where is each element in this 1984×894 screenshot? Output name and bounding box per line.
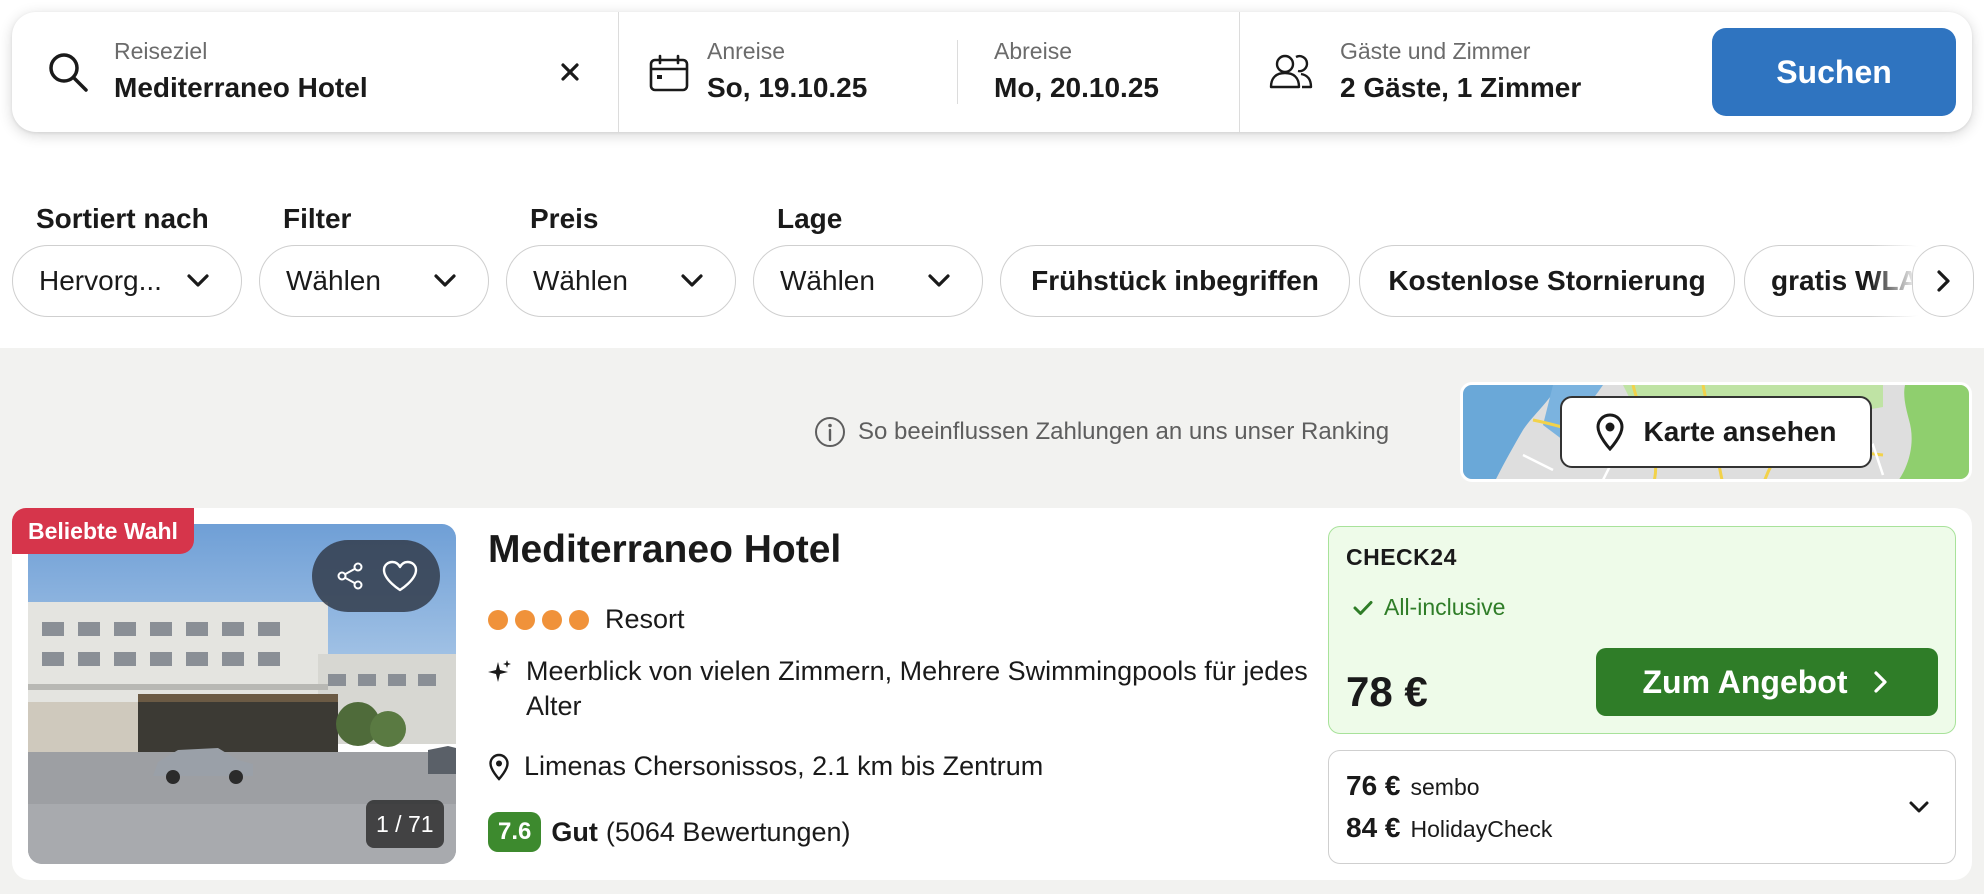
checkout-field[interactable]: Abreise Mo, 20.10.25	[958, 12, 1251, 132]
search-bar: Reiseziel Mediterraneo Hotel Anreise So,…	[12, 12, 1972, 132]
alt-offer-provider: sembo	[1410, 774, 1480, 800]
star-dot	[542, 609, 562, 630]
chevron-down-icon	[187, 274, 209, 287]
alt-offer-price: 84 €	[1346, 812, 1401, 843]
checkout-value[interactable]: Mo, 20.10.25	[994, 72, 1159, 104]
filter-label: Filter	[283, 203, 352, 234]
to-offer-label: Zum Angebot	[1642, 663, 1848, 700]
photo-actions	[312, 540, 440, 612]
review-rating[interactable]: 7.6 Gut (5064 Bewertungen)	[488, 812, 851, 852]
rating-score: 7.6	[488, 812, 542, 852]
star-rating: Resort	[488, 604, 685, 635]
rating-verdict: Gut	[551, 816, 598, 847]
alt-offer-row[interactable]: 84 € HolidayCheck	[1346, 812, 1552, 844]
rating-count: (5064 Bewertungen)	[605, 816, 851, 847]
destination-field[interactable]: Reiseziel Mediterraneo Hotel	[12, 12, 618, 132]
destination-value[interactable]: Mediterraneo Hotel	[114, 72, 368, 104]
alt-offer-price: 76 €	[1346, 770, 1401, 801]
chip-label: Frühstück inbegriffen	[1031, 265, 1319, 296]
checkout-label: Abreise	[994, 38, 1072, 64]
location-pin-icon	[489, 753, 509, 781]
filter-dropdown[interactable]: Wählen	[259, 245, 489, 317]
location-pin-icon	[1596, 413, 1624, 451]
star-dot	[515, 609, 535, 630]
hotel-highlights: Meerblick von vielen Zimmern, Mehrere Sw…	[488, 654, 1318, 724]
sort-dropdown[interactable]: Hervorg...	[12, 245, 242, 317]
clear-icon[interactable]	[552, 54, 588, 90]
price-dropdown[interactable]: Wählen	[506, 245, 736, 317]
sort-value: Hervorg...	[39, 265, 162, 296]
chevron-down-icon	[928, 274, 950, 287]
offer-provider: CHECK24	[1346, 544, 1457, 570]
ranking-info-link[interactable]: So beeinflussen Zahlungen an uns unser R…	[814, 416, 1389, 448]
sparkle-icon	[488, 660, 511, 682]
chevron-down-icon	[681, 274, 703, 287]
checkin-value[interactable]: So, 19.10.25	[707, 72, 867, 104]
star-dot	[488, 609, 508, 630]
search-icon	[49, 53, 88, 92]
ranking-note-text: So beeinflussen Zahlungen an uns unser R…	[858, 418, 1390, 445]
guests-value[interactable]: 2 Gäste, 1 Zimmer	[1340, 72, 1581, 104]
to-offer-button[interactable]: Zum Angebot	[1596, 648, 1938, 716]
price-label: Preis	[530, 203, 599, 234]
chevron-right-icon	[1937, 270, 1950, 292]
checkin-label: Anreise	[707, 38, 785, 64]
destination-label: Reiseziel	[114, 38, 208, 64]
chip-free-cancellation[interactable]: Kostenlose Stornierung	[1359, 245, 1735, 317]
chip-label: gratis WLAN	[1771, 265, 1939, 296]
checkin-field[interactable]: Anreise So, 19.10.25	[619, 12, 969, 132]
location-label: Lage	[777, 203, 843, 234]
location-text: Limenas Chersonissos, 2.1 km bis Zentrum	[524, 751, 1044, 781]
photo-counter: 1 / 71	[366, 800, 444, 848]
filter-value: Wählen	[286, 265, 381, 296]
price-value: Wählen	[533, 265, 628, 296]
hotel-type: Resort	[605, 604, 685, 634]
board-text: All-inclusive	[1384, 594, 1506, 620]
alt-offer-provider: HolidayCheck	[1410, 816, 1553, 842]
chip-breakfast[interactable]: Frühstück inbegriffen	[1000, 245, 1350, 317]
guests-label: Gäste und Zimmer	[1340, 38, 1531, 64]
share-button[interactable]	[334, 560, 366, 592]
sort-label: Sortiert nach	[36, 203, 209, 234]
guests-field[interactable]: Gäste und Zimmer 2 Gäste, 1 Zimmer	[1240, 12, 1700, 132]
chevron-right-icon	[1873, 671, 1887, 693]
highlights-text: Meerblick von vielen Zimmern, Mehrere Sw…	[526, 656, 1308, 721]
favorite-button[interactable]	[381, 559, 419, 593]
info-icon	[815, 417, 845, 447]
chip-label: Kostenlose Stornierung	[1388, 265, 1706, 296]
show-map-button[interactable]: Karte ansehen	[1560, 396, 1872, 468]
alt-offer-row[interactable]: 76 € sembo	[1346, 770, 1480, 802]
alternative-offers[interactable]	[1328, 750, 1956, 864]
chevron-down-icon	[434, 274, 456, 287]
show-map-label: Karte ansehen	[1643, 416, 1837, 447]
offer-price: 78 €	[1346, 668, 1428, 715]
star-dot	[569, 609, 589, 630]
search-button[interactable]: Suchen	[1712, 28, 1956, 116]
scroll-right-button[interactable]	[1912, 245, 1974, 317]
share-icon	[337, 562, 362, 590]
check-icon	[1353, 600, 1373, 615]
location-value: Wählen	[780, 265, 875, 296]
board-type: All-inclusive	[1352, 594, 1505, 621]
calendar-icon	[649, 54, 689, 92]
guests-icon	[1269, 54, 1313, 89]
heart-icon	[382, 560, 417, 592]
chevron-down-icon[interactable]	[1904, 792, 1934, 822]
location-dropdown[interactable]: Wählen	[753, 245, 983, 317]
hotel-location: Limenas Chersonissos, 2.1 km bis Zentrum	[488, 749, 1043, 784]
hotel-name[interactable]: Mediterraneo Hotel	[488, 528, 841, 572]
popular-badge: Beliebte Wahl	[12, 508, 194, 554]
